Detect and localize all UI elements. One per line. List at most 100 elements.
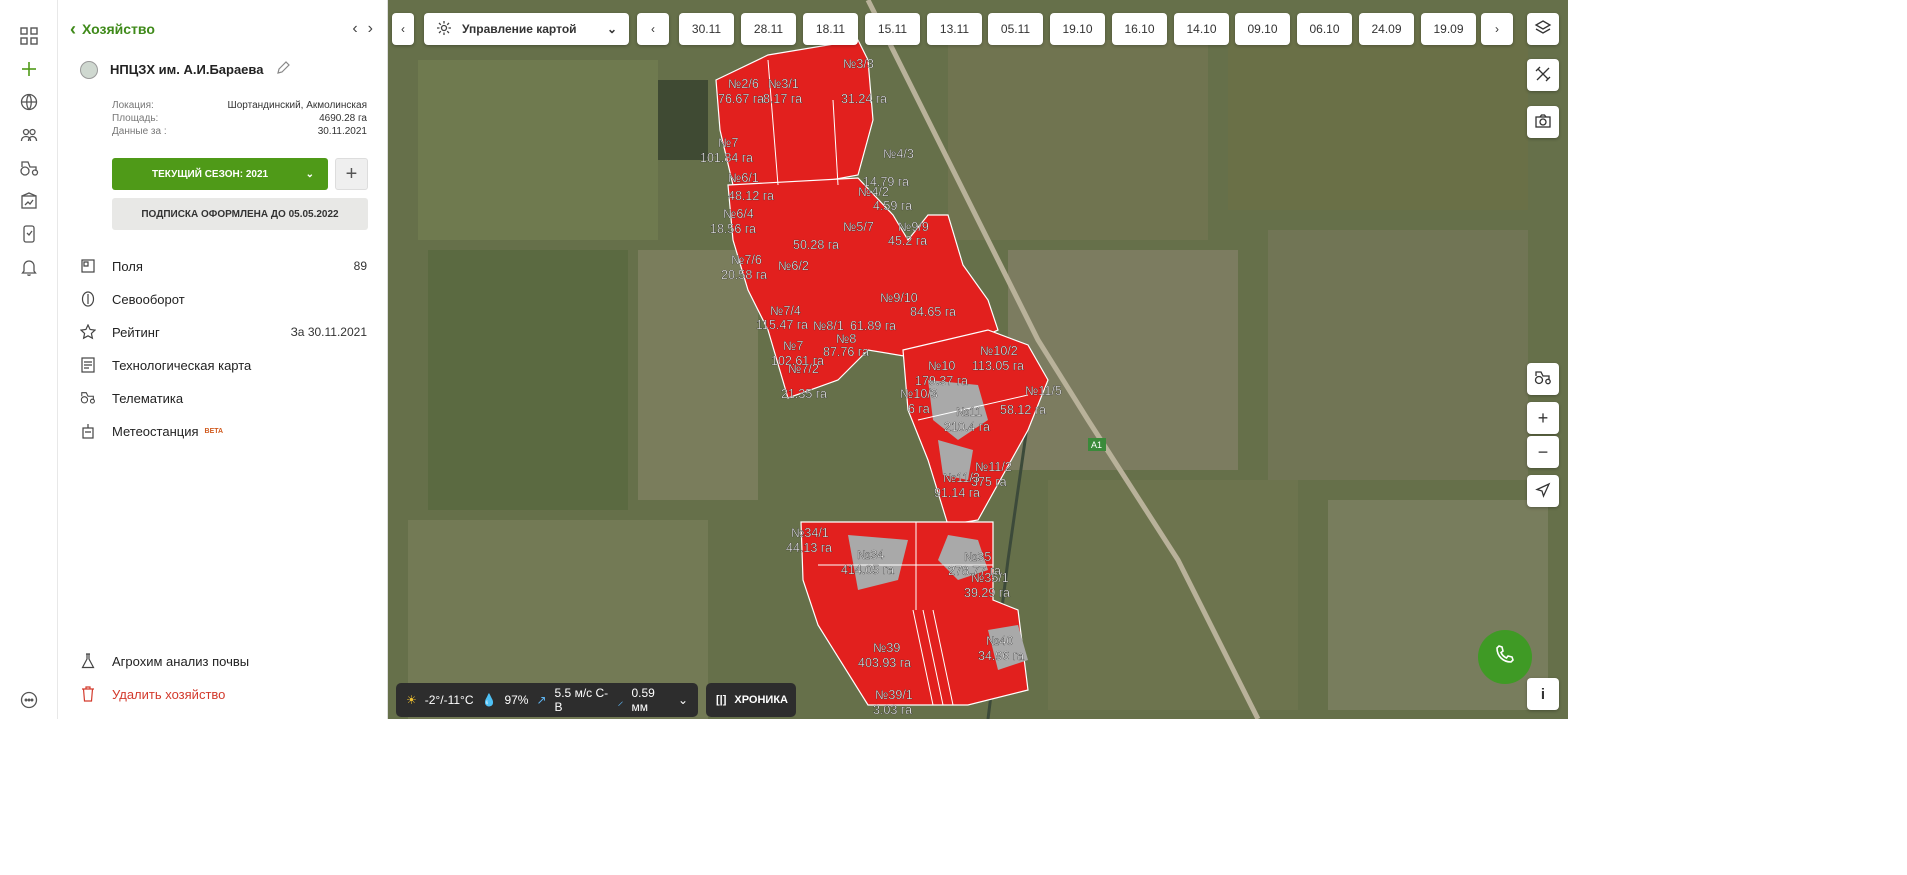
grid-icon[interactable] — [19, 26, 39, 46]
field-area: 39.29 га — [964, 586, 1010, 600]
info-button[interactable]: i — [1527, 678, 1559, 710]
zoom-in-button[interactable]: + — [1527, 402, 1559, 434]
field-label: №7/2 — [788, 362, 819, 376]
season-label: ТЕКУЩИЙ СЕЗОН: 2021 — [152, 168, 269, 180]
field-label: №39 — [873, 641, 900, 655]
locate-button[interactable] — [1527, 475, 1559, 507]
map-control-dropdown[interactable]: Управление картой ⌄ — [424, 13, 629, 45]
menu-rotation[interactable]: Севооборот — [80, 291, 367, 307]
chronicle-button[interactable]: [|] ХРОНИКА — [706, 683, 796, 717]
tractor-icon — [1534, 370, 1552, 389]
icon-rail — [0, 0, 58, 719]
chevron-left-icon: ‹ — [70, 19, 76, 39]
layers-button[interactable] — [1527, 13, 1559, 45]
chat-icon[interactable] — [19, 690, 39, 710]
date-chip[interactable]: 18.11 — [803, 13, 858, 45]
menu-telematics[interactable]: Телематика — [80, 390, 367, 406]
date-chip[interactable]: 14.10 — [1174, 13, 1229, 45]
field-label: №6/2 — [778, 259, 809, 273]
call-button[interactable] — [1478, 630, 1532, 684]
next-date-button[interactable]: › — [1481, 13, 1513, 45]
field-label: №2/6 — [728, 77, 759, 91]
people-icon[interactable] — [19, 125, 39, 145]
add-season-button[interactable]: + — [335, 158, 368, 190]
edit-pencil-icon[interactable] — [275, 60, 291, 79]
navigation-arrow-icon — [1535, 482, 1551, 501]
field-label: №7 — [718, 136, 738, 150]
date-chip[interactable]: 19.09 — [1421, 13, 1476, 45]
date-chip[interactable]: 24.09 — [1359, 13, 1414, 45]
prev-date-button[interactable]: ‹ — [637, 13, 669, 45]
date-chip[interactable]: 09.10 — [1235, 13, 1290, 45]
menu-tech-map[interactable]: Технологическая карта — [80, 357, 367, 373]
menu-rating[interactable]: Рейтинг За 30.11.2021 — [80, 324, 367, 340]
wind-icon: ↗ — [536, 693, 547, 707]
date-chip[interactable]: 13.11 — [927, 13, 982, 45]
field-label: №7/6 — [731, 253, 762, 267]
farm-panel: ‹ Хозяйство ‹ › НПЦЗХ им. А.И.Бараева Ло… — [58, 0, 388, 719]
field-area: 179.37 га — [915, 374, 968, 388]
zoom-out-button[interactable]: − — [1527, 436, 1559, 468]
field-area: 3.03 га — [873, 703, 912, 717]
chevron-left-icon: ‹ — [651, 22, 655, 36]
draw-tool-button[interactable] — [1527, 59, 1559, 91]
field-label: №11/3 — [943, 471, 980, 485]
date-chip[interactable]: 19.10 — [1050, 13, 1105, 45]
field-area: 414.05 га — [841, 563, 894, 577]
prev-farm-icon[interactable]: ‹ — [352, 20, 357, 38]
collapse-panel-button[interactable]: ‹ — [392, 13, 414, 45]
bell-icon[interactable] — [19, 257, 39, 277]
date-chip[interactable]: 30.11 — [679, 13, 734, 45]
menu-label: Рейтинг — [112, 324, 160, 340]
building-chart-icon[interactable] — [19, 191, 39, 211]
menu-soil-analysis[interactable]: Агрохим анализ почвы — [80, 653, 367, 669]
menu-label: Агрохим анализ почвы — [112, 653, 250, 669]
screenshot-button[interactable] — [1527, 106, 1559, 138]
farm-pager: ‹ › — [352, 20, 373, 38]
globe-icon[interactable] — [19, 92, 39, 112]
satellite-map[interactable]: №2/6 76.67 га №3/1 8.17 га №3/3 31.24 га… — [388, 0, 1568, 719]
weather-bar[interactable]: ☀ -2°/-11°C 💧 97% ↗ 5.5 м/с С-В ⸝ 0.59 м… — [396, 683, 698, 717]
season-select[interactable]: ТЕКУЩИЙ СЕЗОН: 2021 ⌄ — [112, 158, 328, 190]
layers-icon — [1534, 19, 1552, 40]
precipitation-icon: ⸝ — [617, 693, 624, 708]
field-area: 115.47 га — [756, 318, 808, 332]
field-area: 84.65 га — [910, 305, 956, 319]
field-label: №6/1 — [728, 171, 759, 185]
phone-icon — [1494, 643, 1516, 671]
info-icon: i — [1540, 685, 1546, 703]
minus-icon: − — [1537, 441, 1549, 462]
field-label: №10 — [928, 359, 955, 373]
tractor-icon[interactable] — [19, 158, 39, 178]
back-to-farms-link[interactable]: ‹ Хозяйство — [70, 20, 155, 38]
date-chip[interactable]: 05.11 — [988, 13, 1043, 45]
tractor-tracking-button[interactable] — [1527, 363, 1559, 395]
date-chip[interactable]: 28.11 — [741, 13, 796, 45]
field-label: №9/10 — [880, 291, 918, 305]
next-farm-icon[interactable]: › — [368, 20, 373, 38]
flask-icon — [80, 653, 96, 669]
subscription-button[interactable]: ПОДПИСКА ОФОРМЛЕНА ДО 05.05.2022 — [112, 198, 368, 230]
field-area: 48.12 га — [728, 189, 774, 203]
field-area: 91.14 га — [934, 486, 980, 500]
menu-weather-station[interactable]: Метеостанция BETA — [80, 423, 367, 439]
field-label: №3/3 — [843, 57, 874, 71]
add-icon[interactable] — [19, 59, 39, 79]
phone-device-icon[interactable] — [19, 224, 39, 244]
menu-label: Технологическая карта — [112, 357, 252, 373]
date-chip[interactable]: 15.11 — [865, 13, 920, 45]
date-chip[interactable]: 16.10 — [1112, 13, 1167, 45]
weather-wind: 5.5 м/с С-В — [554, 686, 609, 714]
field-area: 8.17 га — [763, 92, 802, 106]
meta-value: Шортандинский, Акмолинская — [227, 100, 367, 111]
chevron-down-icon: ⌄ — [677, 693, 688, 707]
chevron-down-icon: ⌄ — [305, 168, 314, 180]
field-label: №11/2 — [975, 460, 1012, 474]
delete-farm-link[interactable]: Удалить хозяйство — [80, 686, 367, 702]
field-label: №7 — [783, 339, 803, 353]
weather-humidity: 97% — [504, 693, 529, 707]
field-label: №8 — [836, 332, 856, 346]
menu-label: Севооборот — [112, 291, 185, 307]
menu-fields[interactable]: Поля 89 — [80, 258, 367, 274]
date-chip[interactable]: 06.10 — [1297, 13, 1352, 45]
